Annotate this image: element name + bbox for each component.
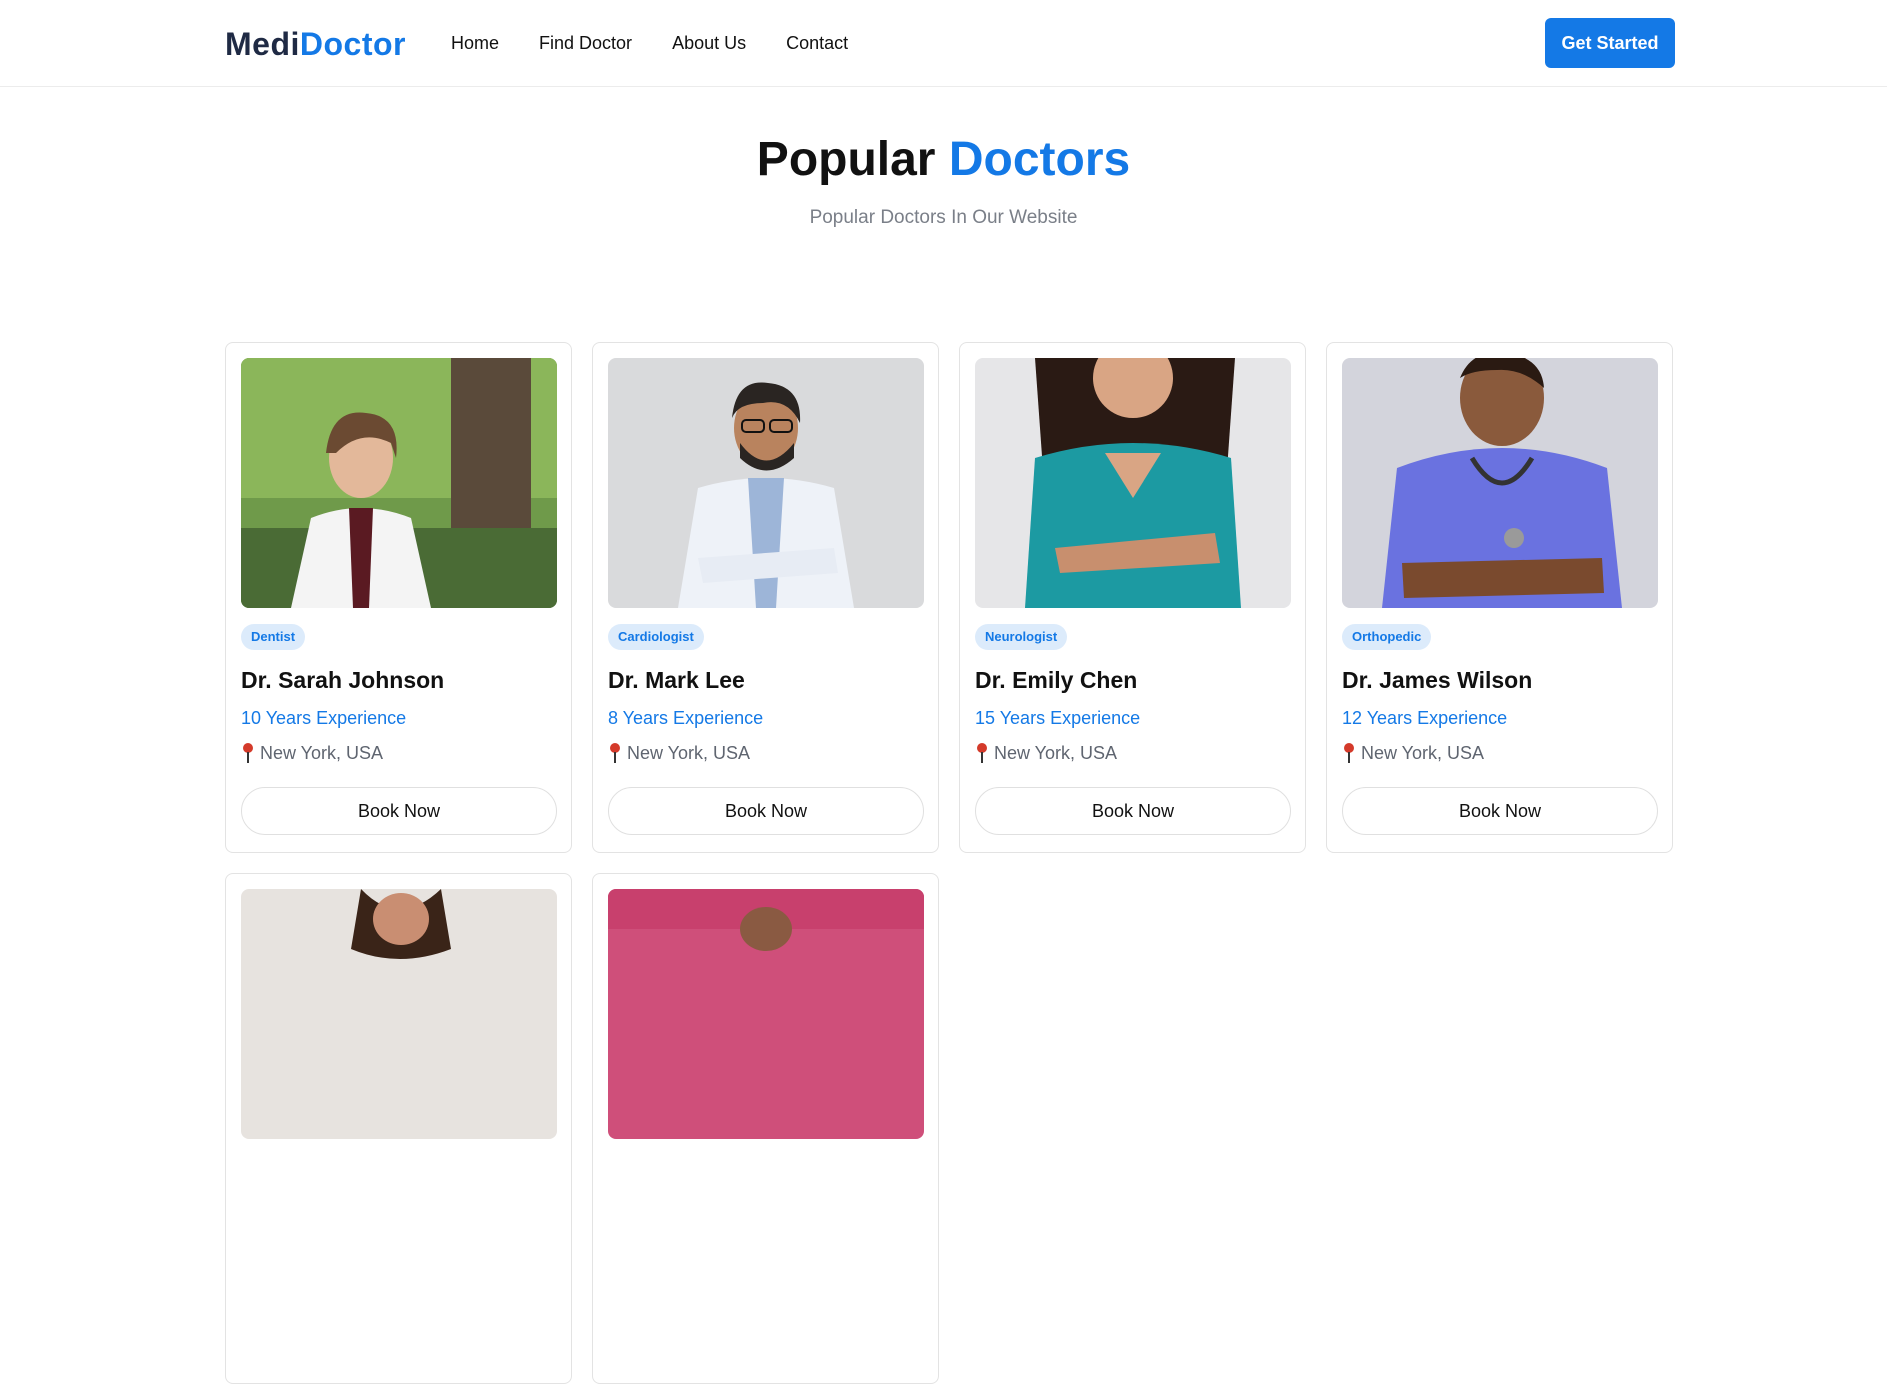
specialty-badge: Cardiologist [608,624,704,650]
get-started-button[interactable]: Get Started [1545,18,1675,68]
specialty-badge: Neurologist [975,624,1068,650]
doctor-experience: 15 Years Experience [975,708,1141,728]
section-title-plain: Popular [756,133,936,186]
doctor-photo [1342,358,1658,608]
nav-about-us[interactable]: About Us [672,31,746,55]
doctor-name: Dr. Sarah Johnson [241,667,445,693]
doctor-name: Dr. Mark Lee [608,667,745,693]
doctor-photo [241,358,557,608]
site-header: MediDoctor Home Find Doctor About Us Con… [0,0,1887,87]
location-text: New York, USA [1361,743,1485,763]
doctor-card: Cardiologist Dr. Mark Lee 8 Years Experi… [592,342,939,853]
doctor-photo [608,889,924,1139]
doctor-location: New York, USA [241,741,383,765]
logo[interactable]: MediDoctor [225,24,406,64]
book-now-button[interactable]: Book Now [1342,787,1658,835]
location-text: New York, USA [260,743,384,763]
logo-text-medi: Medi [225,26,300,62]
doctor-card [592,873,939,1384]
doctor-card: Dentist Dr. Sarah Johnson 10 Years Exper… [225,342,572,853]
doctor-location: New York, USA [975,741,1117,765]
doctor-experience: 12 Years Experience [1342,708,1508,728]
nav-contact[interactable]: Contact [786,31,848,55]
section-title-accent: Doctors [948,133,1131,186]
specialty-badge: Dentist [241,624,306,650]
logo-text-doctor: Doctor [299,26,406,62]
doctor-location: New York, USA [608,741,750,765]
location-pin-icon [243,743,253,763]
section-title: Popular Doctors [0,130,1887,190]
doctor-experience: 8 Years Experience [608,708,764,728]
doctor-experience: 10 Years Experience [241,708,407,728]
book-now-button[interactable]: Book Now [975,787,1291,835]
nav-find-doctor[interactable]: Find Doctor [539,31,632,55]
doctor-photo [975,358,1291,608]
doctor-photo [608,358,924,608]
specialty-badge: Orthopedic [1342,624,1432,650]
location-pin-icon [977,743,987,763]
doctor-card [225,873,572,1384]
location-text: New York, USA [627,743,751,763]
main-nav: Home Find Doctor About Us Contact [451,31,888,55]
doctor-location: New York, USA [1342,741,1484,765]
doctor-card: Neurologist Dr. Emily Chen 15 Years Expe… [959,342,1306,853]
doctor-card: Orthopedic Dr. James Wilson 12 Years Exp… [1326,342,1673,853]
location-text: New York, USA [994,743,1118,763]
section-subtitle: Popular Doctors In Our Website [809,207,1078,228]
nav-home[interactable]: Home [451,31,499,55]
doctor-name: Dr. James Wilson [1342,667,1533,693]
location-pin-icon [1344,743,1354,763]
doctor-photo [241,889,557,1139]
book-now-button[interactable]: Book Now [608,787,924,835]
doctor-name: Dr. Emily Chen [975,667,1138,693]
location-pin-icon [610,743,620,763]
book-now-button[interactable]: Book Now [241,787,557,835]
